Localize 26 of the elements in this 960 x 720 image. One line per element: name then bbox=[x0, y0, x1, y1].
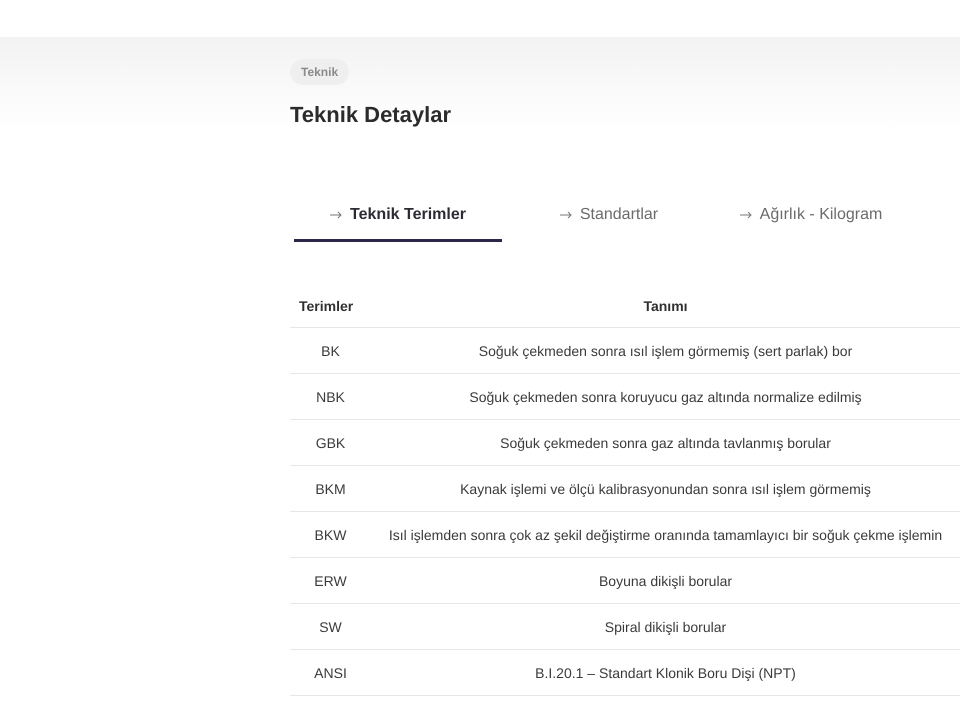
table-cell: Soğuk çekmeden sonra ısıl işlem görmemiş (sert parlak) bor bbox=[478, 342, 852, 358]
table-cell: Kaynak işlemi ve ölçü kalibrasyonundan sonra ısıl işlem görmemiş bbox=[460, 480, 871, 496]
tab[interactable]: Ağırlık - Kilogram bbox=[716, 198, 906, 242]
tab[interactable]: Teknik Terimler bbox=[294, 198, 502, 242]
table-cell: ERW bbox=[314, 572, 347, 588]
tab[interactable]: Standartlar bbox=[502, 198, 716, 242]
table-cell: Isıl işlemden sonra çok az şekil değiştirme oranında tamamlayıcı bir soğuk çekme işlemin bbox=[388, 526, 942, 542]
table-cell: ANSI bbox=[314, 664, 347, 680]
arrow-icon bbox=[560, 211, 572, 219]
table-cell: Spiral dikişli borular bbox=[604, 618, 726, 634]
table-cell: Soğuk çekmeden sonra gaz altında tavlanmış borular bbox=[500, 434, 831, 450]
arrow-icon bbox=[330, 211, 342, 219]
column-header: Terimler bbox=[290, 298, 371, 328]
table-cell: SW bbox=[319, 618, 342, 634]
column-header: Tanımı bbox=[371, 298, 960, 328]
table-cell: BKW bbox=[314, 526, 346, 542]
table-cell: BK bbox=[321, 342, 340, 358]
page-title: Teknik Detaylar bbox=[290, 102, 452, 128]
table-cell: NBK bbox=[316, 388, 345, 404]
table-cell: Boyuna dikişli borular bbox=[598, 572, 732, 588]
table-cell: B.I.20.1 – Standart Klonik Boru Dişi (NPT) bbox=[535, 664, 796, 680]
table-cell: GBK bbox=[316, 434, 346, 450]
table-cell: BKM bbox=[315, 480, 346, 496]
category-badge: Teknik bbox=[290, 59, 350, 85]
arrow-icon bbox=[740, 211, 752, 219]
table-cell: Soğuk çekmeden sonra koruyucu gaz altında normalize edilmiş bbox=[469, 388, 862, 404]
